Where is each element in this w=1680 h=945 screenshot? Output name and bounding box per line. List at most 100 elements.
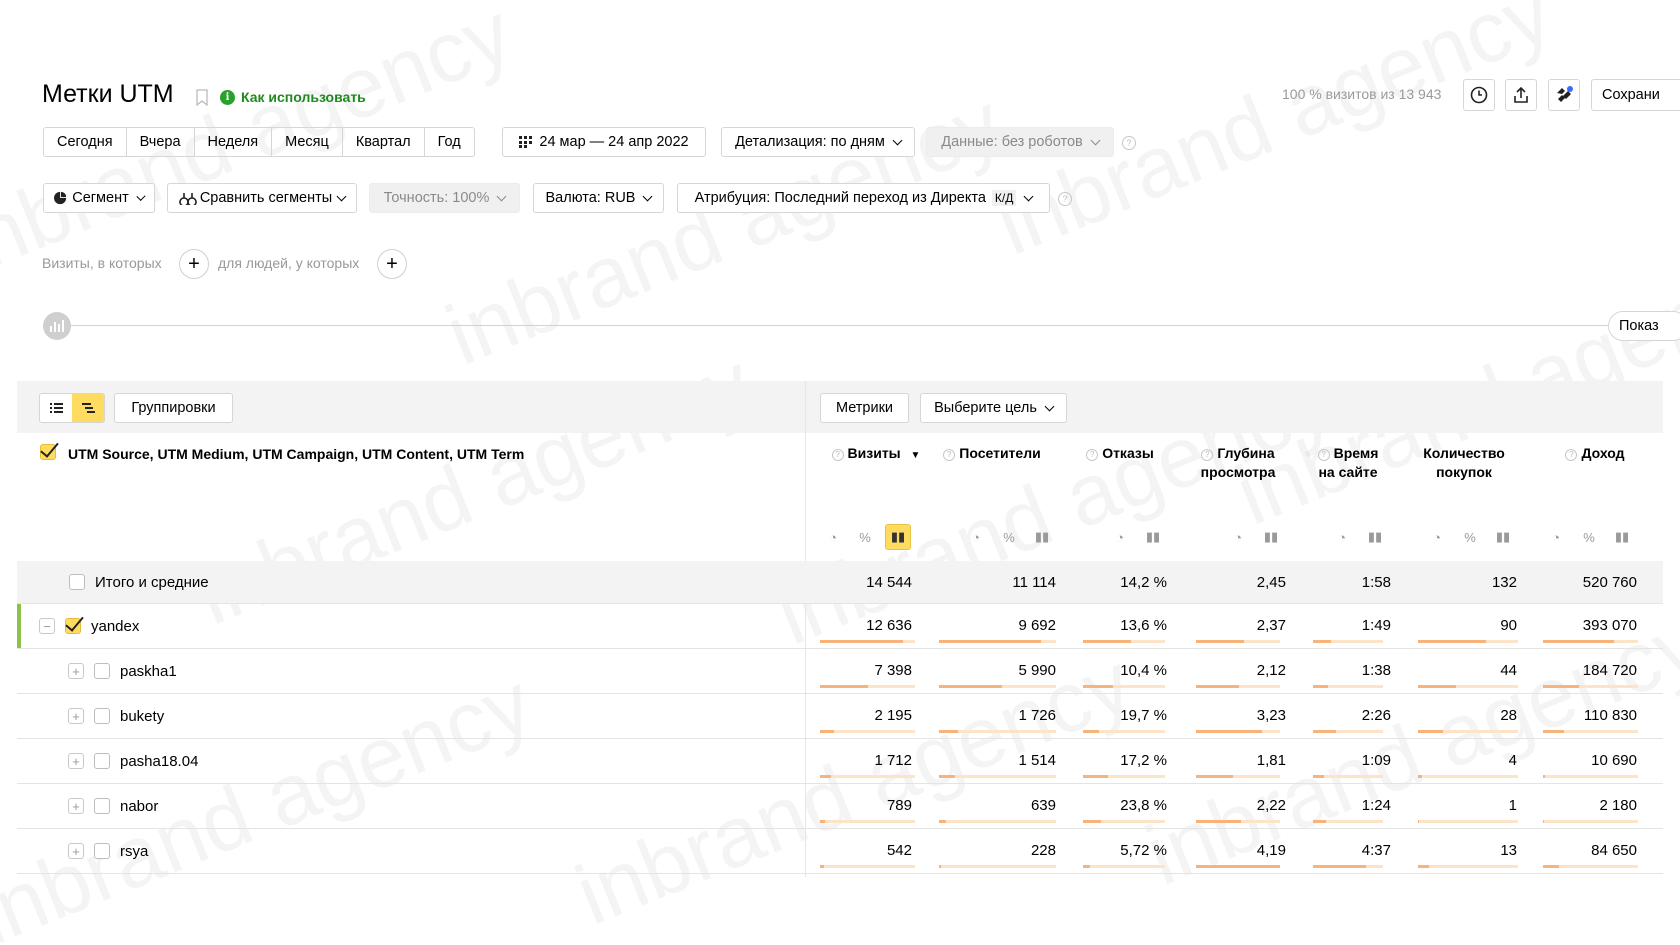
- table-row[interactable]: + bukety 2 195 1 726 19,7 % 3,23 2:26 28 110 830: [17, 694, 1663, 739]
- metrics-button[interactable]: Метрики: [820, 393, 909, 423]
- table-cell: 2,45: [1256, 574, 1286, 591]
- expand-icon[interactable]: +: [68, 843, 84, 859]
- help-icon: ?: [1086, 449, 1099, 461]
- table-cell: 7 398: [874, 662, 912, 679]
- row-label[interactable]: bukety: [120, 708, 164, 725]
- bar-view-icon[interactable]: ▮▮: [1258, 524, 1284, 550]
- chart-toggle-icon[interactable]: [43, 312, 71, 340]
- column-header-purchases[interactable]: Количество покупок: [1414, 444, 1514, 482]
- chevron-down-icon: [336, 191, 347, 201]
- history-button[interactable]: [1463, 79, 1495, 111]
- pie-view-icon[interactable]: ◔: [1329, 524, 1355, 550]
- row-checkbox[interactable]: [94, 843, 110, 859]
- row-checkbox[interactable]: [94, 708, 110, 724]
- groupings-button[interactable]: Группировки: [114, 393, 233, 423]
- table-row[interactable]: − yandex 12 636 9 692 13,6 % 2,37 1:49 90 393 07…: [17, 604, 1663, 649]
- row-checkbox[interactable]: [65, 618, 81, 634]
- row-label[interactable]: pasha18.04: [120, 753, 198, 770]
- expand-icon[interactable]: +: [68, 663, 84, 679]
- value-bar-fill: [1083, 640, 1131, 643]
- percent-view-icon[interactable]: %: [996, 524, 1022, 550]
- value-bar: [1196, 775, 1280, 778]
- row-label[interactable]: paskha1: [120, 663, 177, 680]
- add-people-condition-button[interactable]: +: [377, 249, 407, 279]
- row-checkbox[interactable]: [94, 798, 110, 814]
- period-month[interactable]: Месяц: [272, 128, 343, 156]
- show-chart-button[interactable]: Показ: [1608, 311, 1680, 341]
- table-cell: 2 180: [1599, 797, 1637, 814]
- pie-view-icon[interactable]: ◔: [1424, 524, 1450, 550]
- help-icon[interactable]: ?: [1058, 192, 1072, 206]
- column-header-visits[interactable]: ? Визиты ▼: [826, 444, 926, 465]
- table-cell: 542: [886, 842, 912, 859]
- currency-dropdown[interactable]: Валюта: RUB: [533, 183, 664, 213]
- row-label[interactable]: yandex: [91, 618, 139, 635]
- value-bar: [1083, 865, 1165, 868]
- period-year[interactable]: Год: [425, 128, 474, 156]
- notifications-button[interactable]: [1548, 79, 1580, 111]
- percent-view-icon[interactable]: %: [852, 524, 878, 550]
- pie-view-icon[interactable]: ◔: [1107, 524, 1133, 550]
- value-bar: [939, 865, 1056, 868]
- column-header-bounces[interactable]: ? Отказы: [1075, 444, 1165, 463]
- dimension-checkbox[interactable]: [40, 444, 56, 463]
- save-button[interactable]: Сохрани: [1591, 79, 1680, 111]
- pie-view-icon[interactable]: ◔: [963, 524, 989, 550]
- list-view-icon[interactable]: [40, 394, 72, 422]
- period-week[interactable]: Неделя: [195, 128, 273, 156]
- row-label[interactable]: rsya: [120, 843, 148, 860]
- segment-dropdown[interactable]: Сегмент: [43, 183, 155, 213]
- robots-dropdown[interactable]: Данные: без роботов: [926, 127, 1114, 157]
- compare-segments-dropdown[interactable]: Сравнить сегменты: [167, 183, 357, 213]
- row-label[interactable]: nabor: [120, 798, 158, 815]
- tree-view-icon[interactable]: [72, 394, 104, 422]
- detail-dropdown[interactable]: Детализация: по дням: [721, 127, 915, 157]
- row-checkbox[interactable]: [69, 574, 85, 590]
- table-row[interactable]: + paskha1 7 398 5 990 10,4 % 2,12 1:38 44 184 72…: [17, 649, 1663, 694]
- value-bar-fill: [1543, 775, 1545, 778]
- period-yesterday[interactable]: Вчера: [127, 128, 195, 156]
- bar-view-icon[interactable]: ▮▮: [1490, 524, 1516, 550]
- page-title: Метки UTM: [42, 80, 174, 108]
- bar-view-icon[interactable]: ▮▮: [1362, 524, 1388, 550]
- bar-view-icon[interactable]: ▮▮: [1609, 524, 1635, 550]
- export-button[interactable]: [1505, 79, 1537, 111]
- period-today[interactable]: Сегодня: [44, 128, 127, 156]
- bar-view-icon[interactable]: ▮▮: [1140, 524, 1166, 550]
- bar-view-icon[interactable]: ▮▮: [885, 524, 911, 550]
- table-row[interactable]: + rsya 542 228 5,72 % 4,19 4:37 13 84 650: [17, 829, 1663, 874]
- column-header-time[interactable]: ? Время на сайте: [1308, 444, 1388, 482]
- period-quarter[interactable]: Квартал: [343, 128, 425, 156]
- expand-icon[interactable]: +: [68, 708, 84, 724]
- date-range-picker[interactable]: 24 мар — 24 апр 2022: [502, 127, 706, 157]
- bookmark-icon[interactable]: [196, 89, 208, 107]
- table-cell: 393 070: [1582, 617, 1637, 634]
- pie-view-icon[interactable]: ◔: [820, 524, 846, 550]
- row-checkbox[interactable]: [94, 663, 110, 679]
- column-header-depth[interactable]: ? Глубина просмотра: [1190, 444, 1286, 482]
- column-header-revenue[interactable]: ? Доход: [1555, 444, 1635, 463]
- accuracy-dropdown[interactable]: Точность: 100%: [369, 183, 520, 213]
- percent-view-icon[interactable]: %: [1576, 524, 1602, 550]
- add-visit-condition-button[interactable]: +: [179, 249, 209, 279]
- pie-view-icon[interactable]: ◔: [1543, 524, 1569, 550]
- table-cell: 2 195: [874, 707, 912, 724]
- column-header-visitors[interactable]: ? Посетители: [937, 444, 1047, 463]
- expand-icon[interactable]: +: [68, 753, 84, 769]
- attribution-dropdown[interactable]: Атрибуция: Последний переход из Директа …: [677, 183, 1050, 213]
- value-bar-fill: [1083, 730, 1099, 733]
- table-cell: 11 114: [1012, 574, 1056, 591]
- table-row[interactable]: + pasha18.04 1 712 1 514 17,2 % 1,81 1:09 4 10 6…: [17, 739, 1663, 784]
- table-row[interactable]: + nabor 789 639 23,8 % 2,22 1:24 1 2 180: [17, 784, 1663, 829]
- value-bar-fill: [1418, 640, 1486, 643]
- how-to-use-link[interactable]: i Как использовать: [220, 89, 366, 105]
- collapse-icon[interactable]: −: [39, 618, 55, 634]
- goal-dropdown[interactable]: Выберите цель: [920, 393, 1067, 423]
- bar-view-icon[interactable]: ▮▮: [1029, 524, 1055, 550]
- value-bar: [1313, 775, 1383, 778]
- percent-view-icon[interactable]: %: [1457, 524, 1483, 550]
- help-icon[interactable]: ?: [1122, 136, 1136, 150]
- row-checkbox[interactable]: [94, 753, 110, 769]
- pie-view-icon[interactable]: ◔: [1225, 524, 1251, 550]
- expand-icon[interactable]: +: [68, 798, 84, 814]
